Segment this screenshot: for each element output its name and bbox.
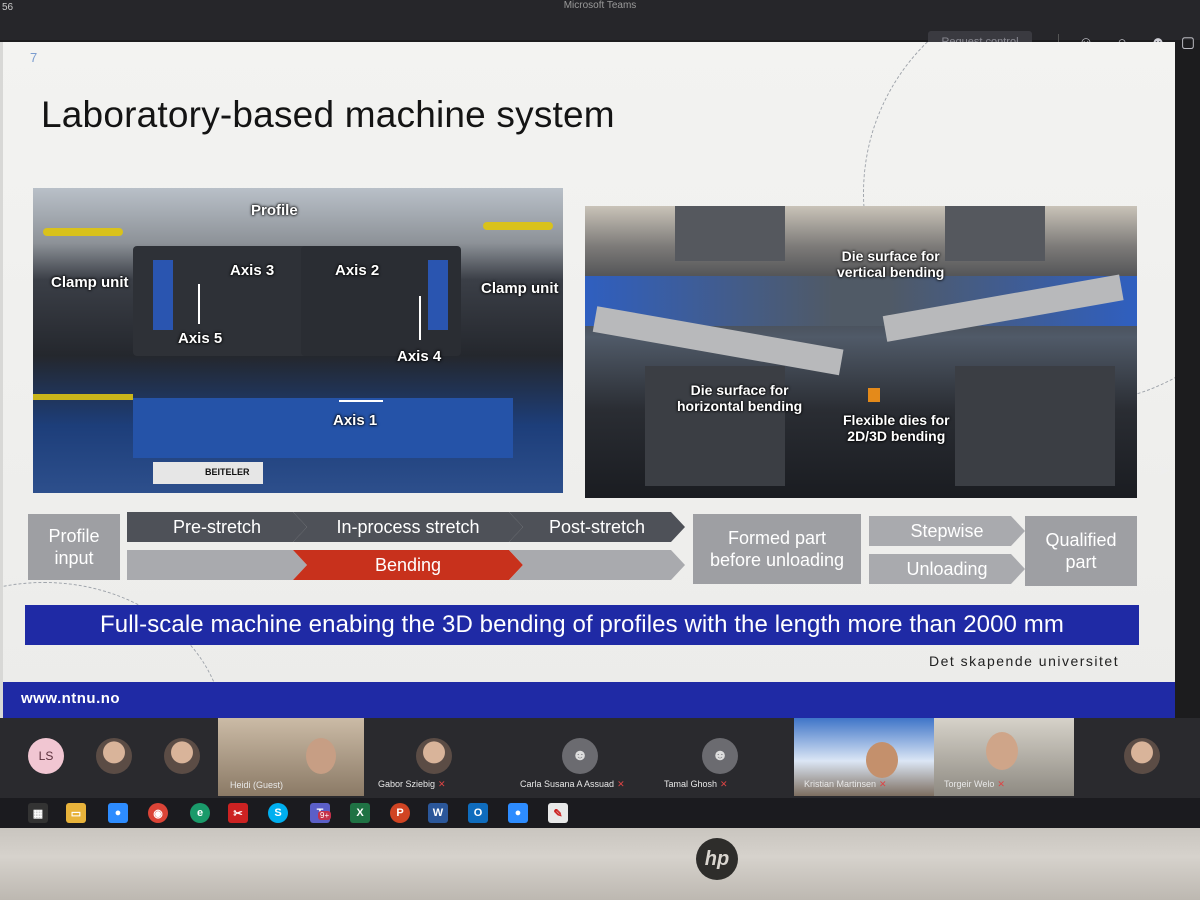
blue-panel [153, 260, 173, 330]
clamp-unit-right-label: Clamp unit [481, 280, 559, 297]
participant-name: Torgeir Welo ✕ [944, 779, 1005, 789]
flow-stepwise: Stepwise [869, 516, 1025, 546]
mic-muted-icon: ✕ [879, 779, 887, 789]
mic-muted-icon: ✕ [438, 779, 446, 789]
participant-video[interactable]: Torgeir Welo ✕ [934, 718, 1074, 796]
file-explorer-icon[interactable]: ▭ [66, 803, 86, 823]
participant-name: Gabor Sziebig ✕ [378, 779, 446, 789]
participant-tile[interactable] [158, 718, 218, 796]
ntnu-url: www.ntnu.no [21, 690, 121, 707]
participant-video[interactable]: Heidi (Guest) [218, 718, 364, 796]
flow-bending: Bending [293, 550, 523, 580]
profile-label: Profile [251, 202, 298, 219]
chrome-icon[interactable]: ◉ [148, 803, 168, 823]
window-title: Microsoft Teams [563, 0, 637, 11]
axis5-arrow [198, 284, 200, 324]
flexible-dies-label: Flexible dies for 2D/3D bending [843, 412, 950, 444]
slide-banner: Full-scale machine enabing the 3D bendin… [25, 605, 1139, 645]
avatar [96, 738, 132, 774]
machine-photo: BEITELER Profile Clamp unit Axis 3 Axis … [33, 188, 563, 493]
machine-base [133, 398, 513, 458]
flow-unloading: Unloading [869, 554, 1025, 584]
horizontal-die-label: Die surface for horizontal bending [677, 382, 803, 414]
axis1-arrow [339, 400, 383, 402]
participant-tile[interactable]: ☻ Tamal Ghosh ✕ [660, 718, 780, 796]
participant-tile[interactable] [1100, 718, 1180, 796]
windows-taskbar: ▦ ▭ ● ◉ e ✂ S T 9+ X P W O ● ✎ [0, 798, 1200, 828]
flow-profile-input: Profile input [28, 514, 120, 580]
teams-badge: 9+ [318, 811, 332, 820]
person-face [866, 742, 898, 778]
yellow-cable [33, 394, 133, 400]
die-block [945, 206, 1045, 261]
university-tagline: Det skapende universitet [929, 653, 1120, 669]
more-icon[interactable]: ▢ [1176, 33, 1200, 53]
edge-icon[interactable]: e [190, 803, 210, 823]
user-icon: ☻ [702, 738, 738, 774]
blue-panel [428, 260, 448, 330]
flow-formed-part: Formed part before unloading [693, 514, 861, 584]
axis1-label: Axis 1 [333, 412, 378, 429]
axis2-label: Axis 2 [335, 262, 380, 279]
participant-video[interactable]: Kristian Martinsen ✕ [794, 718, 934, 796]
word-icon[interactable]: W [428, 803, 448, 823]
flexible-die [868, 388, 880, 402]
flow-in-process-stretch: In-process stretch [293, 512, 523, 542]
pdf-icon[interactable]: ✎ [548, 803, 568, 823]
user-icon: ☻ [562, 738, 598, 774]
participant-name: Carla Susana A Assuad ✕ [520, 779, 625, 789]
participant-name: Heidi (Guest) [230, 780, 284, 790]
excel-icon[interactable]: X [350, 803, 370, 823]
participant-tile[interactable] [90, 718, 150, 796]
snipping-icon[interactable]: ✂ [228, 803, 248, 823]
mic-muted-icon: ✕ [997, 779, 1005, 789]
axis5-label: Axis 5 [178, 330, 223, 347]
vertical-die-label: Die surface for vertical bending [837, 248, 945, 280]
yellow-cable [483, 222, 553, 230]
flow-grey-step [127, 550, 307, 580]
flow-pre-stretch: Pre-stretch [127, 512, 307, 542]
slide-number: 7 [30, 50, 38, 65]
participant-tile[interactable]: ☻ Carla Susana A Assuad ✕ [516, 718, 646, 796]
participant-tile[interactable]: Gabor Sziebig ✕ [370, 718, 510, 796]
participants-strip: LS Heidi (Guest) Gabor Sziebig ✕ ☻ Carla … [0, 718, 1200, 798]
ntnu-footer: www.ntnu.no [3, 682, 1175, 718]
powerpoint-icon[interactable]: P [390, 803, 410, 823]
mic-muted-icon: ✕ [720, 779, 728, 789]
slide-title: Laboratory-based machine system [41, 94, 615, 135]
mouse-cursor-icon: ➤ [1158, 462, 1170, 478]
axis4-arrow [419, 296, 421, 340]
mic-muted-icon: ✕ [617, 779, 625, 789]
die-block [675, 206, 785, 261]
person-face [306, 738, 336, 774]
skype-icon[interactable]: S [268, 803, 288, 823]
task-view-icon[interactable]: ▦ [28, 803, 48, 823]
participant-name: Kristian Martinsen ✕ [804, 779, 887, 789]
avatar [164, 738, 200, 774]
zoom-meetings-icon[interactable]: ● [508, 803, 528, 823]
zoom-icon[interactable]: ● [108, 803, 128, 823]
avatar: LS [28, 738, 64, 774]
axis3-label: Axis 3 [230, 262, 275, 279]
hp-logo: hp [696, 838, 738, 880]
monitor-bezel: hp [0, 828, 1200, 900]
axis4-label: Axis 4 [397, 348, 442, 365]
shared-slide: 7 Laboratory-based machine system BEITEL… [0, 42, 1175, 718]
yellow-cable [43, 228, 123, 236]
clamp-unit-left-label: Clamp unit [51, 274, 129, 291]
person-face [986, 732, 1018, 770]
dies-photo: Die surface for vertical bending Die sur… [585, 206, 1137, 498]
nameplate: BEITELER [153, 462, 263, 484]
participant-name: Tamal Ghosh ✕ [664, 779, 728, 789]
participant-tile[interactable]: LS [20, 718, 90, 796]
nameplate-text: BEITELER [205, 467, 250, 477]
flow-grey-step [509, 550, 685, 580]
die-body [955, 366, 1115, 486]
outlook-icon[interactable]: O [468, 803, 488, 823]
flow-qualified-part: Qualified part [1025, 516, 1137, 586]
avatar [416, 738, 452, 774]
avatar [1124, 738, 1160, 774]
flow-post-stretch: Post-stretch [509, 512, 685, 542]
